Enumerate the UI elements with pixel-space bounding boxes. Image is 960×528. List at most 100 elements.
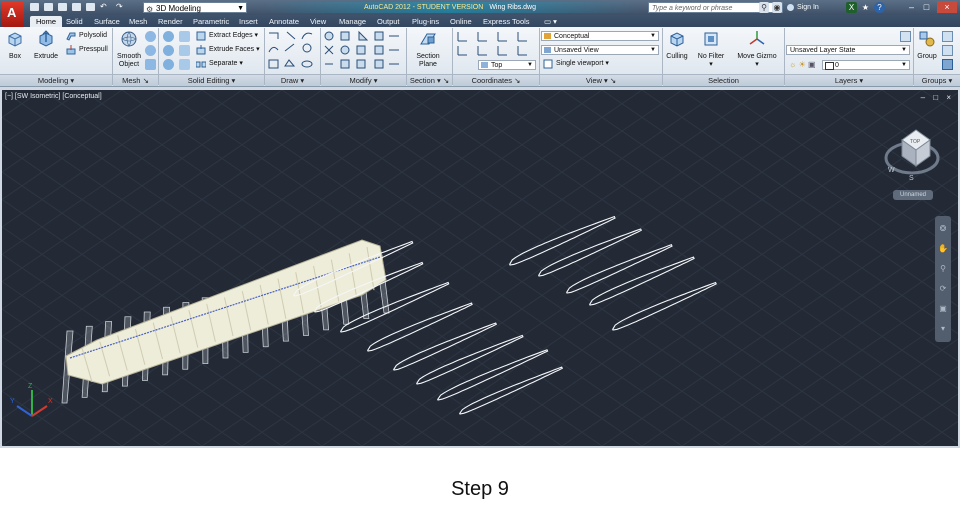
search-icon[interactable]: ⚲ bbox=[759, 2, 769, 13]
new-file-icon[interactable] bbox=[30, 3, 39, 11]
subtract-icon[interactable] bbox=[163, 45, 174, 56]
modify-panel-title[interactable]: Modify ▾ bbox=[321, 74, 406, 86]
viewport-window-controls[interactable]: ‒ □ × bbox=[921, 93, 954, 102]
mesh-panel-title[interactable]: Mesh ↘ bbox=[113, 74, 158, 86]
ungroup-icon[interactable] bbox=[942, 31, 953, 42]
maximize-icon[interactable]: □ bbox=[920, 1, 933, 13]
orbit-icon[interactable]: ⟳ bbox=[938, 284, 948, 294]
erase-icon bbox=[356, 59, 366, 69]
layer-properties-icon[interactable] bbox=[900, 31, 911, 42]
tab-express-tools[interactable]: Express Tools bbox=[483, 16, 530, 27]
navigation-bar[interactable]: ❂ ✋ ⚲ ⟳ ▣ ▾ bbox=[935, 216, 951, 342]
group-edit-icon[interactable] bbox=[942, 45, 953, 56]
layer-state-dropdown[interactable]: Unsaved Layer State ▼ bbox=[786, 45, 910, 55]
box-button[interactable]: Box bbox=[4, 30, 26, 61]
tab-home[interactable]: Home bbox=[30, 16, 63, 27]
sign-in-button[interactable]: Sign In bbox=[787, 2, 819, 13]
viewport-controls-label[interactable]: [−] [SW Isometric] [Conceptual] bbox=[5, 93, 102, 100]
save-as-icon[interactable] bbox=[72, 3, 81, 11]
close-icon[interactable]: × bbox=[937, 1, 957, 13]
help-icon[interactable]: ? bbox=[874, 2, 885, 13]
extrude-label: Extrude bbox=[33, 53, 59, 60]
ucs-y-icon bbox=[477, 46, 487, 56]
presspull-button[interactable]: Presspull bbox=[66, 45, 108, 55]
polysolid-button[interactable]: Polysolid bbox=[66, 31, 107, 41]
draw-tools-icons[interactable] bbox=[267, 30, 319, 72]
tab-parametric[interactable]: Parametric bbox=[193, 16, 229, 27]
model-space-canvas[interactable]: Z X Y TOP W S bbox=[2, 90, 958, 446]
groups-title-text: Groups bbox=[921, 76, 947, 85]
interfere-icon[interactable] bbox=[179, 31, 190, 42]
named-view-dropdown[interactable]: Unsaved View ▼ bbox=[541, 45, 659, 55]
steering-wheel-icon[interactable]: ❂ bbox=[938, 224, 948, 234]
undo-icon[interactable]: ↶ bbox=[100, 3, 109, 11]
view-panel-title[interactable]: View ▾ ↘ bbox=[540, 74, 662, 86]
draw-panel-title[interactable]: Draw ▾ bbox=[265, 74, 320, 86]
viewcube[interactable]: TOP W S bbox=[884, 129, 940, 182]
smooth-object-button[interactable]: Smooth Object bbox=[115, 30, 143, 69]
selection-panel-title[interactable]: Selection bbox=[663, 74, 784, 86]
pan-icon[interactable]: ✋ bbox=[938, 244, 948, 254]
tab-plug-ins[interactable]: Plug-ins bbox=[412, 16, 439, 27]
mesh-crease-icon[interactable] bbox=[145, 59, 156, 70]
mesh-tool-icon[interactable] bbox=[145, 31, 156, 42]
binoculars-icon[interactable]: ◉ bbox=[772, 2, 782, 13]
ucs-menu-button[interactable]: Unnamed bbox=[893, 190, 933, 200]
groups-panel-title[interactable]: Groups ▾ bbox=[914, 74, 960, 86]
coordinates-panel-title[interactable]: Coordinates ↘ bbox=[453, 74, 539, 86]
tab-annotate[interactable]: Annotate bbox=[269, 16, 299, 27]
extract-edges-button[interactable]: Extract Edges ▾ bbox=[196, 31, 258, 41]
airfoil-rib[interactable] bbox=[509, 215, 616, 266]
workspace-dropdown[interactable]: ⚙ 3D Modeling ▼ bbox=[143, 2, 247, 14]
tab-render[interactable]: Render bbox=[158, 16, 183, 27]
zoom-icon[interactable]: ⚲ bbox=[938, 264, 948, 274]
move-gizmo-button[interactable]: Move Gizmo ▾ bbox=[734, 30, 780, 69]
minimize-icon[interactable]: – bbox=[905, 1, 918, 13]
section-plane-button[interactable]: Section Plane bbox=[411, 30, 445, 69]
airfoil-rib[interactable] bbox=[538, 228, 643, 277]
modify-tools-icons[interactable] bbox=[323, 30, 403, 72]
extrude-faces-button[interactable]: Extrude Faces ▾ bbox=[196, 45, 260, 55]
exchange-apps-icon[interactable]: X bbox=[846, 2, 857, 13]
navbar-menu-icon[interactable]: ▾ bbox=[938, 324, 948, 334]
star-icon[interactable]: ★ bbox=[860, 2, 871, 13]
tab-manage[interactable]: Manage bbox=[339, 16, 366, 27]
mesh-refine-icon[interactable] bbox=[145, 45, 156, 56]
tab-surface[interactable]: Surface bbox=[94, 16, 120, 27]
showmotion-icon[interactable]: ▣ bbox=[938, 304, 948, 314]
print-icon[interactable] bbox=[86, 3, 95, 11]
layers-panel-title[interactable]: Layers ▾ bbox=[785, 74, 913, 86]
culling-button[interactable]: Culling bbox=[664, 30, 690, 61]
extrude-button[interactable]: Extrude bbox=[32, 30, 60, 61]
no-filter-button[interactable]: No Filter ▾ bbox=[694, 30, 728, 69]
open-file-icon[interactable] bbox=[44, 3, 53, 11]
tab-view[interactable]: View bbox=[310, 16, 326, 27]
union-icon[interactable] bbox=[163, 31, 174, 42]
layer-toggle-icons[interactable]: ☼ ☀ ▣ bbox=[789, 60, 816, 70]
solid-editing-panel-title[interactable]: Solid Editing ▾ bbox=[159, 74, 264, 86]
tab-online[interactable]: Online bbox=[450, 16, 472, 27]
current-layer-dropdown[interactable]: 0 ▼ bbox=[822, 60, 910, 70]
ribbon-toggle-icon[interactable]: ▭ ▾ bbox=[544, 16, 557, 27]
group-selection-icon[interactable] bbox=[942, 59, 953, 70]
tab-mesh[interactable]: Mesh bbox=[129, 16, 147, 27]
coordinates-tools-icons[interactable] bbox=[456, 30, 536, 58]
thicken-icon[interactable] bbox=[179, 59, 190, 70]
save-icon[interactable] bbox=[58, 3, 67, 11]
wing-surface[interactable] bbox=[65, 239, 387, 385]
tab-solid[interactable]: Solid bbox=[66, 16, 83, 27]
viewport-config-button[interactable]: Single viewport ▾ bbox=[543, 59, 609, 69]
intersect-icon[interactable] bbox=[163, 59, 174, 70]
section-panel-title[interactable]: Section ▾ ↘ bbox=[407, 74, 452, 86]
slice-icon[interactable] bbox=[179, 45, 190, 56]
group-button[interactable]: Group bbox=[915, 30, 939, 61]
visual-style-dropdown[interactable]: Conceptual ▼ bbox=[541, 31, 659, 41]
named-ucs-dropdown[interactable]: Top ▼ bbox=[478, 60, 536, 70]
tab-insert[interactable]: Insert bbox=[239, 16, 258, 27]
drawing-viewport[interactable]: Z X Y TOP W S [−] [SW Isometric] [Concep… bbox=[2, 90, 958, 446]
autocad-logo[interactable]: A bbox=[2, 1, 24, 27]
modeling-panel-title[interactable]: Modeling ▾ bbox=[0, 74, 112, 86]
redo-icon[interactable]: ↷ bbox=[116, 3, 125, 11]
tab-output[interactable]: Output bbox=[377, 16, 400, 27]
separate-button[interactable]: Separate ▾ bbox=[196, 59, 243, 69]
